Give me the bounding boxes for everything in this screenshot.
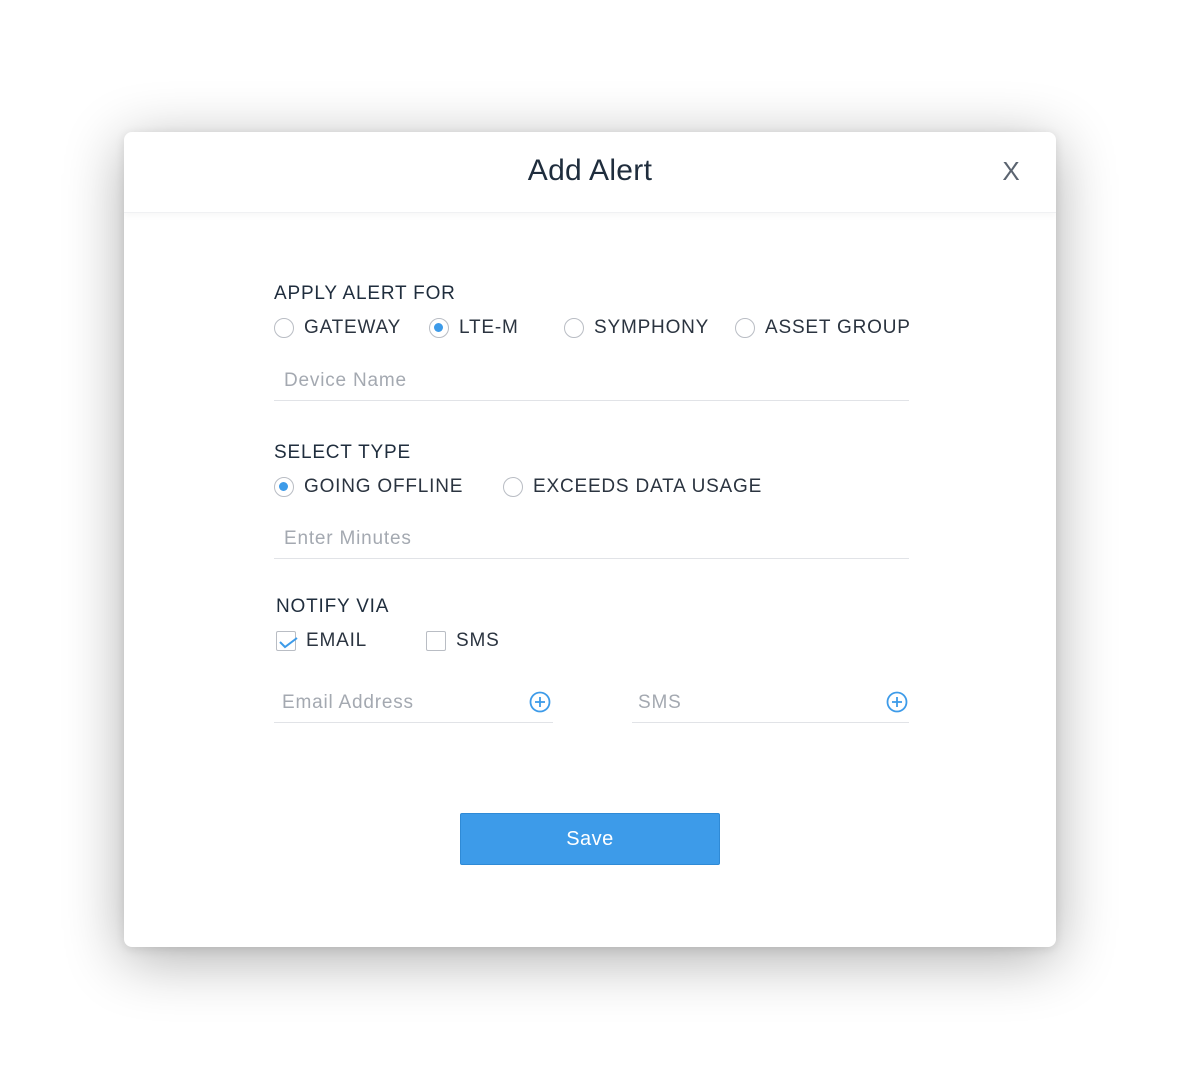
email-address-input[interactable]: [274, 683, 523, 722]
radio-going-offline[interactable]: GOING OFFLINE: [274, 476, 463, 498]
add-alert-dialog: Add Alert X APPLY ALERT FOR GATEWAY LTE-…: [124, 132, 1056, 947]
radio-gateway[interactable]: GATEWAY: [274, 317, 401, 339]
radio-button[interactable]: [274, 318, 294, 338]
radio-lte-m-label: LTE-M: [459, 317, 519, 338]
page-background: Add Alert X APPLY ALERT FOR GATEWAY LTE-…: [0, 0, 1200, 1076]
sms-field[interactable]: [632, 683, 909, 723]
radio-symphony[interactable]: SYMPHONY: [564, 317, 709, 339]
device-name-input[interactable]: [274, 361, 909, 400]
checkbox-unchecked[interactable]: [426, 631, 446, 651]
checkmark-icon: [279, 637, 298, 649]
radio-button[interactable]: [735, 318, 755, 338]
email-address-field[interactable]: [274, 683, 553, 723]
checkbox-sms[interactable]: SMS: [426, 630, 500, 652]
add-email-plus-circle-icon[interactable]: [529, 691, 551, 713]
device-name-field[interactable]: [274, 361, 909, 401]
radio-gateway-label: GATEWAY: [304, 317, 402, 338]
radio-exceeds-data-usage[interactable]: EXCEEDS DATA USAGE: [503, 476, 762, 498]
radio-asset-group-label: ASSET GROUP: [765, 317, 911, 338]
checkbox-checked[interactable]: [276, 631, 298, 651]
save-button[interactable]: Save: [460, 813, 720, 865]
close-icon[interactable]: X: [1000, 158, 1022, 184]
checkbox-sms-label: SMS: [456, 630, 500, 651]
minutes-field[interactable]: [274, 519, 909, 559]
radio-asset-group[interactable]: ASSET GROUP: [735, 317, 911, 339]
select-type-label: SELECT TYPE: [274, 442, 411, 463]
add-sms-plus-circle-icon[interactable]: [886, 691, 908, 713]
checkbox-email-label: EMAIL: [306, 630, 368, 651]
radio-button-selected[interactable]: [274, 477, 294, 497]
minutes-input[interactable]: [274, 519, 909, 558]
radio-going-offline-label: GOING OFFLINE: [304, 476, 464, 497]
notify-via-label: NOTIFY VIA: [276, 596, 390, 617]
radio-button[interactable]: [503, 477, 523, 497]
checkbox-email[interactable]: EMAIL: [276, 630, 367, 652]
dialog-header: Add Alert X: [124, 132, 1056, 213]
apply-alert-label: APPLY ALERT FOR: [274, 283, 456, 304]
radio-button-selected[interactable]: [429, 318, 449, 338]
dialog-title: Add Alert: [527, 154, 653, 187]
radio-lte-m[interactable]: LTE-M: [429, 317, 519, 339]
radio-symphony-label: SYMPHONY: [594, 317, 710, 338]
radio-button[interactable]: [564, 318, 584, 338]
sms-input[interactable]: [632, 683, 879, 722]
radio-exceeds-data-usage-label: EXCEEDS DATA USAGE: [533, 476, 763, 497]
